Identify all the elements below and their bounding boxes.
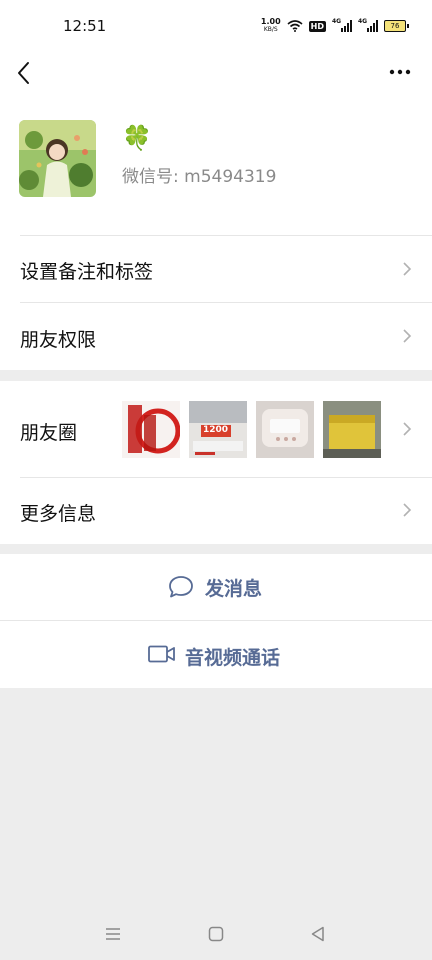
more-info-label: 更多信息	[20, 503, 97, 525]
profile-header: 🍀 微信号: m5494319	[0, 102, 432, 235]
chat-bubble-icon	[169, 576, 193, 598]
send-message-button[interactable]: 发消息	[0, 554, 432, 620]
back-triangle-icon[interactable]	[309, 925, 327, 943]
chevron-right-icon	[403, 503, 412, 517]
status-icons: 1.00 KB/S HD 4G 4G 76	[261, 18, 409, 34]
signal-label: 4G	[358, 18, 368, 25]
network-speed-value: 1.00	[260, 17, 281, 26]
video-call-button[interactable]: 音视频通话	[0, 620, 432, 688]
avatar[interactable]	[19, 120, 96, 197]
status-bar: 12:51 1.00 KB/S HD 4G 4G 76	[0, 0, 432, 52]
send-message-label: 发消息	[205, 578, 263, 600]
divider	[20, 302, 432, 303]
moments-thumbnail-caption: 1200	[203, 425, 229, 435]
menu-icon[interactable]	[104, 925, 122, 943]
moments-label: 朋友圈	[20, 422, 78, 444]
divider	[0, 620, 432, 621]
divider	[20, 477, 432, 478]
moments-thumbnails: 1200	[122, 401, 381, 458]
chevron-right-icon	[403, 422, 412, 436]
moments-cell[interactable]: 朋友圈 1200	[0, 381, 432, 477]
system-nav-bar	[0, 915, 432, 955]
network-speed-unit: KB/S	[263, 26, 278, 33]
more-dots-icon[interactable]	[388, 62, 412, 82]
network-speed: 1.00 KB/S	[261, 18, 281, 34]
friend-permissions-cell[interactable]: 朋友权限	[0, 302, 432, 370]
battery-icon: 76	[384, 20, 409, 32]
chevron-right-icon	[403, 262, 412, 276]
divider	[20, 235, 432, 236]
signal-icon: 4G	[332, 18, 352, 32]
remark-and-tags-label: 设置备注和标签	[20, 261, 154, 283]
moments-thumbnail: 1200	[189, 401, 247, 458]
home-icon[interactable]	[207, 925, 225, 943]
friend-permissions-label: 朋友权限	[20, 329, 97, 351]
more-info-cell[interactable]: 更多信息	[0, 477, 432, 544]
video-camera-icon	[148, 645, 175, 663]
chevron-right-icon	[403, 329, 412, 343]
wifi-icon	[287, 20, 303, 32]
chevron-left-icon[interactable]	[14, 60, 36, 86]
hd-voice-badge: HD	[308, 20, 326, 32]
moments-thumbnail	[323, 401, 381, 458]
signal-label: 4G	[332, 18, 342, 25]
wechat-id: 微信号: m5494319	[122, 167, 277, 187]
profile-nickname: 🍀	[122, 124, 152, 152]
signal-icon: 4G	[358, 18, 378, 32]
remark-and-tags-cell[interactable]: 设置备注和标签	[0, 235, 432, 302]
clock-time: 12:51	[63, 17, 107, 35]
moments-thumbnail	[256, 401, 314, 458]
video-call-label: 音视频通话	[185, 647, 281, 669]
moments-thumbnail	[122, 401, 180, 458]
nav-bar	[0, 52, 432, 102]
